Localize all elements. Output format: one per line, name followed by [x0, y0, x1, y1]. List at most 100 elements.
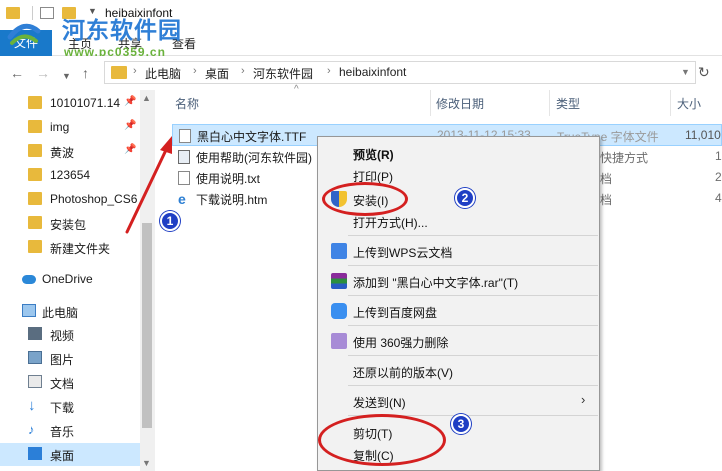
menu-item-baidu-netdisk[interactable]: 上传到百度网盘 — [319, 300, 600, 322]
properties-icon[interactable] — [40, 7, 54, 19]
menu-separator — [348, 355, 598, 356]
nav-item[interactable]: 文档 — [0, 371, 140, 394]
breadcrumb-current[interactable]: heibaixinfont — [339, 65, 406, 79]
picture-icon — [28, 351, 42, 364]
up-icon[interactable]: ↑ — [82, 66, 89, 80]
chevron-right-icon[interactable]: › — [241, 65, 245, 77]
nav-item-label: 下载 — [50, 401, 75, 415]
folder-icon — [28, 240, 42, 253]
nav-item[interactable]: img 📌 — [0, 116, 140, 139]
file-type: 快捷方式 — [600, 151, 649, 165]
nav-item[interactable]: 123654 — [0, 164, 140, 187]
breadcrumb-desktop[interactable]: 桌面 — [205, 65, 229, 82]
breadcrumb-this-pc[interactable]: 此电脑 — [145, 65, 181, 82]
chevron-right-icon[interactable]: › — [327, 65, 331, 77]
menu-item-label: 上传到WPS云文档 — [353, 246, 453, 260]
menu-item-preview[interactable]: 预览(R) — [319, 142, 600, 164]
menu-item-label: 发送到(N) — [353, 396, 406, 410]
nav-item-label: 视频 — [50, 329, 75, 343]
forward-icon[interactable]: → — [36, 66, 50, 80]
nav-item[interactable]: ♪ 音乐 — [0, 419, 140, 442]
chevron-right-icon[interactable]: › — [193, 65, 197, 77]
desktop-icon — [28, 447, 42, 460]
menu-item-360-delete[interactable]: 使用 360强力删除 — [319, 330, 600, 352]
chevron-right-icon: › — [581, 392, 586, 407]
menu-separator — [348, 235, 598, 236]
watermark-logo — [7, 23, 41, 45]
menu-item-label: 上传到百度网盘 — [353, 306, 438, 320]
menu-separator — [348, 385, 598, 386]
scrollbar-thumb[interactable] — [142, 223, 152, 428]
menu-item-add-to-rar[interactable]: 添加到 "黑白心中文字体.rar"(T) — [319, 270, 600, 292]
annotation-ellipse — [318, 414, 446, 466]
nav-item[interactable]: 黄波 📌 — [0, 140, 140, 163]
nav-item-selected[interactable]: 桌面 — [0, 443, 140, 466]
scroll-up-icon[interactable]: ▲ — [142, 93, 151, 103]
column-header-type[interactable]: 类型 — [556, 95, 580, 112]
nav-item[interactable]: 安装包 — [0, 212, 140, 235]
menu-item-restore-versions[interactable]: 还原以前的版本(V) — [319, 360, 600, 382]
folder-icon — [28, 144, 42, 157]
cloud-icon — [22, 275, 36, 284]
menu-item-label: 使用 360强力删除 — [353, 336, 449, 350]
column-divider[interactable] — [670, 90, 671, 116]
step-badge: 2 — [455, 188, 475, 208]
column-divider[interactable] — [430, 90, 431, 116]
nav-item[interactable]: 视频 — [0, 323, 140, 346]
menu-item-label: 添加到 "黑白心中文字体.rar"(T) — [353, 276, 519, 290]
download-icon: ↓ — [28, 397, 36, 414]
folder-icon — [111, 66, 127, 79]
winrar-icon — [331, 273, 347, 289]
menu-item-label: 预览(R) — [353, 148, 394, 162]
address-bar[interactable]: › 此电脑 › 桌面 › 河东软件园 › heibaixinfont ▼ — [104, 61, 696, 84]
pin-icon[interactable]: 📌 — [124, 96, 136, 107]
back-icon[interactable]: ← — [10, 66, 24, 80]
recent-locations-icon[interactable]: ▼ — [62, 69, 71, 83]
nav-item-label: 文档 — [50, 377, 75, 391]
file-size: 4 — [715, 191, 722, 205]
nav-item[interactable]: 图片 — [0, 347, 140, 370]
nav-item-label: 桌面 — [50, 449, 75, 463]
360-delete-icon — [331, 333, 347, 349]
pin-icon[interactable]: 📌 — [124, 144, 136, 155]
nav-item-label: 123654 — [50, 168, 91, 182]
column-header-size[interactable]: 大小 — [677, 95, 701, 112]
file-name: 黑白心中文字体.TTF — [197, 130, 307, 144]
column-divider[interactable] — [549, 90, 550, 116]
chevron-right-icon[interactable]: › — [133, 65, 137, 77]
nav-item-label: 图片 — [50, 353, 75, 367]
folder-icon — [28, 168, 42, 181]
menu-item-wps-cloud[interactable]: 上传到WPS云文档 — [319, 240, 600, 262]
sort-ascending-icon: ^ — [294, 84, 299, 95]
nav-item-onedrive[interactable]: OneDrive — [0, 268, 140, 291]
column-header-name[interactable]: 名称 — [175, 95, 199, 112]
nav-item-label: OneDrive — [42, 272, 93, 286]
file-size: 11,010 — [685, 128, 721, 142]
refresh-icon[interactable]: ↻ — [698, 64, 710, 81]
watermark-name: 河东软件园 — [62, 17, 182, 43]
menu-item-label: 还原以前的版本(V) — [353, 366, 453, 380]
menu-separator — [348, 325, 598, 326]
breadcrumb-folder[interactable]: 河东软件园 — [253, 65, 313, 82]
file-type: 档 — [600, 172, 613, 186]
nav-item[interactable]: ↓ 下载 — [0, 395, 140, 418]
nav-item-this-pc[interactable]: 此电脑 — [0, 300, 140, 323]
navigation-pane: 10101071.14 📌 img 📌 黄波 📌 123654 Photosho… — [0, 90, 155, 471]
nav-item-label: Photoshop_CS6 — [50, 192, 138, 206]
shortcut-icon — [178, 150, 190, 164]
nav-item[interactable]: 新建文件夹 — [0, 236, 140, 259]
menu-item-label: 打开方式(H)... — [353, 216, 428, 230]
column-header-modified[interactable]: 修改日期 — [436, 95, 484, 112]
menu-item-send-to[interactable]: 发送到(N) › — [319, 390, 600, 412]
folder-icon — [28, 216, 42, 229]
music-icon: ♪ — [28, 422, 35, 437]
nav-item[interactable]: 10101071.14 📌 — [0, 92, 140, 115]
nav-item-label: 安装包 — [50, 218, 87, 232]
address-history-icon[interactable]: ▼ — [681, 67, 690, 77]
nav-item[interactable]: Photoshop_CS6 — [0, 188, 140, 211]
pin-icon[interactable]: 📌 — [124, 120, 136, 131]
file-name: 下载说明.htm — [196, 193, 268, 207]
scroll-down-icon[interactable]: ▼ — [142, 458, 151, 468]
file-size: 2 — [715, 170, 722, 184]
baidu-netdisk-icon — [331, 303, 347, 319]
